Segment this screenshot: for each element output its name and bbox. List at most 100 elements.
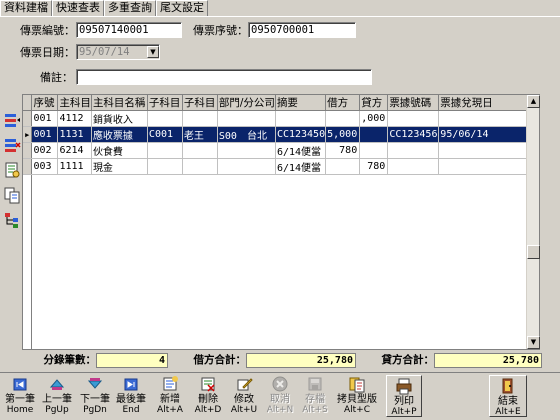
col-header-bill-date[interactable]: 票據兌現日: [438, 95, 539, 111]
cell-debit[interactable]: 780: [325, 142, 361, 159]
print-button[interactable]: 列印 Alt+P: [386, 375, 422, 417]
toolbar-button-shortcut: Alt+N: [266, 405, 294, 415]
cell-subaccount[interactable]: C001: [147, 126, 183, 143]
grid-scrollbar[interactable]: ▲ ▼: [526, 95, 540, 349]
save-button[interactable]: 存檔 Alt+S: [299, 375, 331, 417]
cell-bill-date[interactable]: [438, 158, 539, 175]
edit-button[interactable]: 修改 Alt+U: [226, 375, 262, 417]
col-header-account-name[interactable]: 主科目名稱: [91, 95, 148, 111]
tab-footer-settings[interactable]: 尾文設定: [156, 0, 208, 16]
delete-row-icon[interactable]: [2, 135, 22, 155]
cell-memo[interactable]: CC123450: [275, 126, 327, 143]
cell-bill-date[interactable]: [438, 142, 539, 159]
cell-seq[interactable]: 002: [31, 142, 59, 159]
cell-subaccount[interactable]: [147, 110, 183, 127]
cell-bill-date[interactable]: 95/06/14: [438, 126, 539, 143]
delete-button[interactable]: 刪除 Alt+D: [190, 375, 226, 417]
tree-icon[interactable]: [2, 210, 22, 230]
cell-subaccount-name[interactable]: 老王: [182, 126, 218, 143]
cell-seq[interactable]: 001: [31, 126, 59, 143]
cell-dept[interactable]: [217, 110, 276, 127]
cell-account[interactable]: 6214: [57, 142, 92, 159]
scroll-down-icon[interactable]: ▼: [527, 336, 540, 349]
cell-subaccount[interactable]: [147, 142, 183, 159]
cell-account[interactable]: 1131: [57, 126, 92, 143]
cell-memo[interactable]: 6/14便當: [275, 158, 327, 175]
cell-account[interactable]: 4112: [57, 110, 92, 127]
next-record-button[interactable]: 下一筆 PgDn: [77, 375, 113, 417]
copy-template-button[interactable]: 拷貝型版 Alt+C: [331, 375, 383, 417]
last-record-button[interactable]: 最後筆 End: [112, 375, 150, 417]
cell-account-name[interactable]: 現金: [91, 158, 148, 175]
first-record-button[interactable]: 第一筆 Home: [2, 375, 38, 417]
tab-multi-query[interactable]: 多重查詢: [104, 0, 156, 16]
cell-dept[interactable]: [217, 142, 276, 159]
col-header-subaccount[interactable]: 子科目: [147, 95, 183, 111]
cell-subaccount-name[interactable]: [182, 142, 218, 159]
col-header-account[interactable]: 主科目: [57, 95, 92, 111]
cell-subaccount-name[interactable]: [182, 110, 218, 127]
tab-quick-lookup[interactable]: 快速查表: [52, 0, 104, 16]
empty-row: [23, 300, 539, 315]
insert-row-icon[interactable]: [2, 110, 22, 130]
row-indicator[interactable]: [23, 110, 33, 127]
cell-account-name[interactable]: 伙食費: [91, 142, 148, 159]
cell-subaccount-name[interactable]: [182, 158, 218, 175]
tab-data-entry[interactable]: 資料建檔: [0, 0, 52, 16]
cell-credit[interactable]: [359, 142, 389, 159]
toolbar-button-label: 存檔: [305, 394, 325, 405]
cell-memo[interactable]: 6/14便當: [275, 142, 327, 159]
copy-icon[interactable]: [2, 185, 22, 205]
scroll-up-icon[interactable]: ▲: [527, 95, 540, 108]
row-indicator[interactable]: [23, 158, 33, 175]
cell-bill-no[interactable]: [387, 110, 440, 127]
cell-bill-date[interactable]: [438, 110, 539, 127]
cell-debit[interactable]: 5,000: [325, 126, 361, 143]
cell-account[interactable]: 1111: [57, 158, 92, 175]
col-header-credit[interactable]: 貸方: [359, 95, 389, 111]
view-icon[interactable]: [2, 160, 22, 180]
cell-credit[interactable]: [359, 126, 389, 143]
cell-debit[interactable]: [325, 110, 361, 127]
cell-debit[interactable]: [325, 158, 361, 175]
remark-input[interactable]: [76, 69, 372, 85]
cell-dept[interactable]: [217, 158, 276, 175]
add-button[interactable]: 新增 Alt+A: [152, 375, 188, 417]
first-record-icon: [11, 375, 29, 393]
cell-credit[interactable]: 780: [359, 158, 389, 175]
table-row[interactable]: 003 1111 現金 6/14便當 780: [23, 158, 539, 175]
table-row[interactable]: 002 6214 伙食費 6/14便當 780: [23, 142, 539, 159]
col-header-bill-no[interactable]: 票據號碼: [387, 95, 440, 111]
journal-entry-grid[interactable]: 序號 主科目 主科目名稱 子科目 子科目 部門/分公司 摘要 借方 貸方 票據號…: [22, 94, 540, 350]
cell-seq[interactable]: 003: [31, 158, 59, 175]
cell-bill-no[interactable]: [387, 142, 440, 159]
cell-account-name[interactable]: 銷貨收入: [91, 110, 148, 127]
voucher-no-input[interactable]: 09507140001: [76, 22, 182, 38]
cell-credit[interactable]: ,000: [359, 110, 389, 127]
table-row[interactable]: 001 4112 銷貨收入 ,000: [23, 110, 539, 127]
voucher-seq-input[interactable]: 0950700001: [248, 22, 356, 38]
empty-row: [23, 342, 539, 349]
col-header-debit[interactable]: 借方: [325, 95, 361, 111]
prev-record-button[interactable]: 上一筆 PgUp: [38, 375, 76, 417]
table-row[interactable]: ▶ 001 1131 應收票據 C001 老王 S00 台北 CC123450 5,000 CC1…: [23, 126, 539, 143]
credit-total-value: 25,780: [434, 353, 542, 368]
cell-account-name[interactable]: 應收票據: [91, 126, 148, 143]
toolbar-button-label: 取消: [270, 394, 290, 405]
cell-bill-no[interactable]: CC123456: [387, 126, 440, 143]
col-header-memo[interactable]: 摘要: [275, 95, 327, 111]
cell-bill-no[interactable]: [387, 158, 440, 175]
exit-button[interactable]: 結束 Alt+E: [489, 375, 527, 417]
row-indicator[interactable]: ▶: [23, 126, 33, 143]
col-header-subaccount-name[interactable]: 子科目: [182, 95, 218, 111]
chevron-down-icon[interactable]: ▼: [147, 46, 159, 58]
cancel-button[interactable]: 取消 Alt+N: [262, 375, 298, 417]
cell-dept[interactable]: S00 台北: [217, 126, 276, 143]
row-indicator[interactable]: [23, 142, 33, 159]
cell-subaccount[interactable]: [147, 158, 183, 175]
scroll-thumb[interactable]: [527, 245, 540, 259]
cell-seq[interactable]: 001: [31, 110, 59, 127]
col-header-dept[interactable]: 部門/分公司: [217, 95, 276, 111]
cell-memo[interactable]: [275, 110, 327, 127]
col-header-seq[interactable]: 序號: [31, 95, 59, 111]
